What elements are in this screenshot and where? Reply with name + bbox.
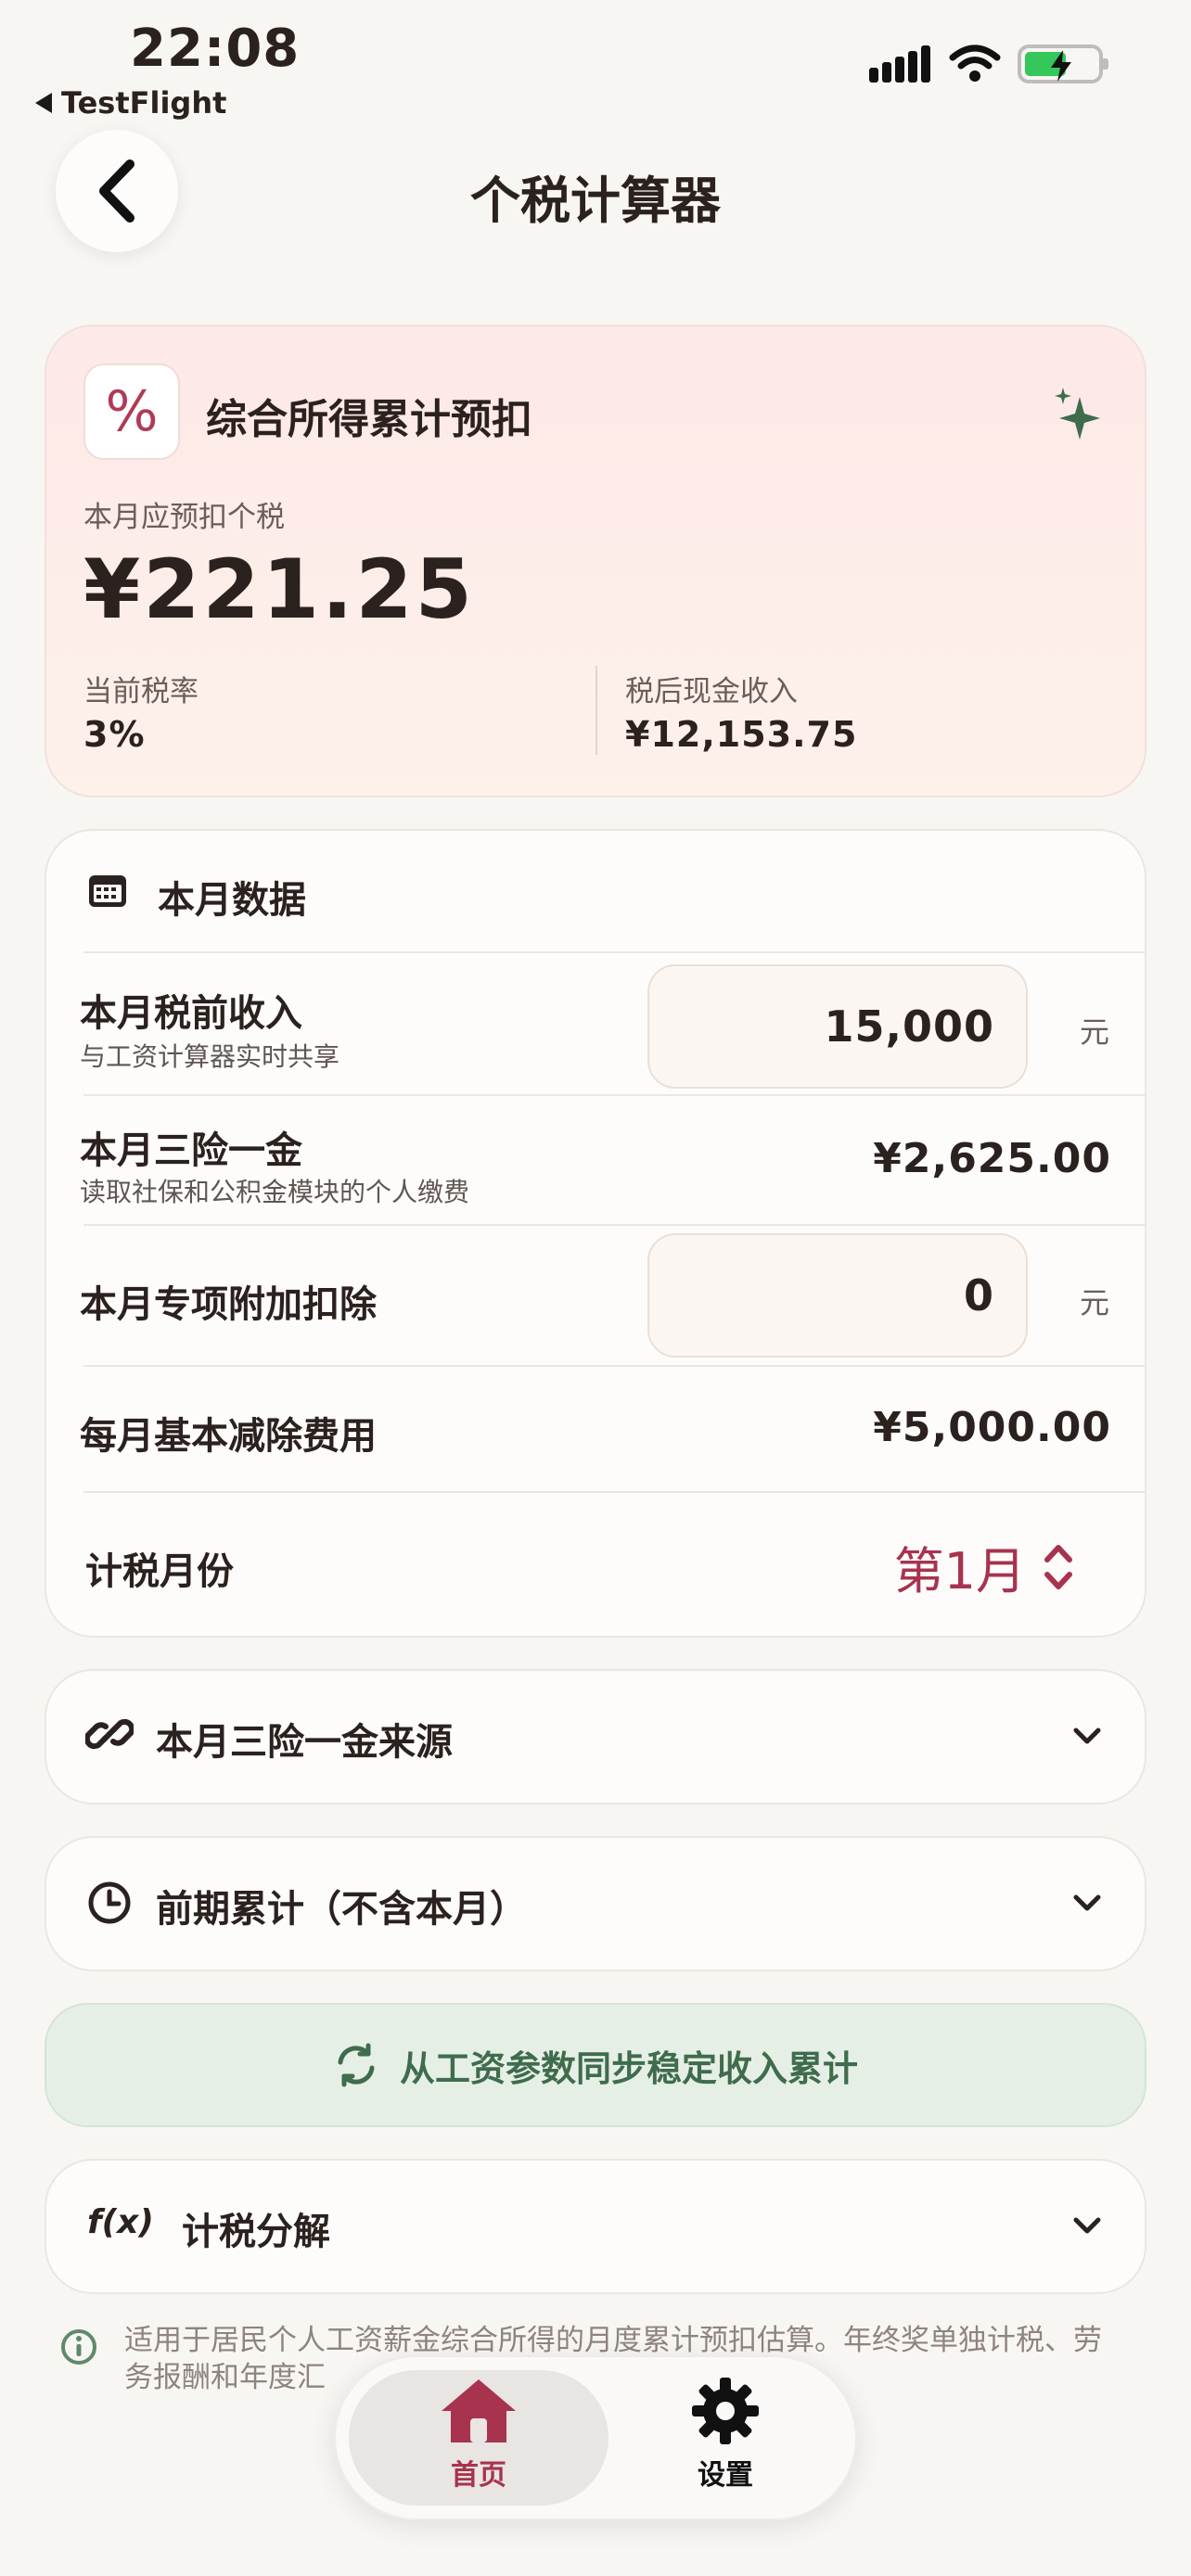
cellular-signal-icon xyxy=(869,45,930,83)
tax-rate-value: 3% xyxy=(83,714,146,755)
chevron-up-down-icon xyxy=(1044,1544,1072,1589)
after-tax-label: 税后现金收入 xyxy=(625,675,798,708)
status-indicators xyxy=(869,45,1108,83)
basic-deduction-label: 每月基本减除费用 xyxy=(80,1415,377,1458)
insurance-source-section[interactable]: 本月三险一金来源 xyxy=(45,1669,1146,1804)
tax-breakdown-title: 计税分解 xyxy=(182,2211,330,2253)
sync-button-label: 从工资参数同步稳定收入累计 xyxy=(399,2047,858,2089)
summary-title: 综合所得累计预扣 xyxy=(206,396,532,443)
chevron-down-icon xyxy=(1073,2217,1101,2234)
row-divider xyxy=(83,1224,1145,1226)
chevron-down-icon xyxy=(1073,1728,1101,1744)
tax-rate-label: 当前税率 xyxy=(83,675,198,708)
special-deduction-unit: 元 xyxy=(1080,1285,1110,1320)
house-icon xyxy=(442,2379,516,2442)
monthly-tax-amount: ¥221.25 xyxy=(83,542,475,637)
monthly-data-title: 本月数据 xyxy=(158,879,306,922)
percent-icon: % xyxy=(83,363,180,460)
monthly-tax-label: 本月应预扣个税 xyxy=(83,501,285,534)
sparkle-icon xyxy=(1055,388,1100,440)
link-icon xyxy=(85,1718,134,1750)
insurance-value: ¥2,625.00 xyxy=(873,1135,1111,1182)
function-icon: f(x) xyxy=(87,2203,154,2241)
refresh-icon xyxy=(338,2043,375,2087)
tax-month-picker[interactable]: 第1月 xyxy=(894,1530,1074,1603)
calendar-icon xyxy=(89,875,126,907)
sync-from-salary-button[interactable]: 从工资参数同步稳定收入累计 xyxy=(45,2003,1146,2127)
row-divider xyxy=(83,1365,1145,1367)
special-deduction-input[interactable]: 0 xyxy=(647,1233,1028,1358)
tax-summary-card: % 综合所得累计预扣 本月应预扣个税 ¥221.25 当前税率 3% 税后现金收… xyxy=(45,325,1146,797)
insurance-label: 本月三险一金 xyxy=(80,1129,302,1172)
tax-month-value: 第1月 xyxy=(893,1542,1026,1600)
back-to-app-link[interactable]: TestFlight xyxy=(35,85,226,121)
tab-bar: 首页 设置 xyxy=(334,2355,857,2520)
row-divider xyxy=(83,1491,1145,1493)
summary-divider xyxy=(596,666,597,755)
pretax-income-input[interactable]: 15,000 xyxy=(647,964,1028,1089)
tab-home[interactable]: 首页 xyxy=(349,2376,608,2493)
tax-breakdown-section[interactable]: f(x) 计税分解 xyxy=(45,2159,1146,2294)
insurance-source-title: 本月三险一金来源 xyxy=(156,1721,453,1764)
basic-deduction-value: ¥5,000.00 xyxy=(873,1404,1111,1451)
tax-month-label: 计税月份 xyxy=(85,1550,234,1593)
insurance-hint: 读取社保和公积金模块的个人缴费 xyxy=(80,1177,470,1207)
page-title: 个税计算器 xyxy=(470,172,721,230)
clock-icon xyxy=(88,1881,131,1924)
previous-cumulative-section[interactable]: 前期累计（不含本月） xyxy=(45,1836,1146,1971)
back-app-label: TestFlight xyxy=(61,85,227,121)
tab-settings[interactable]: 设置 xyxy=(596,2376,855,2493)
tab-settings-label: 设置 xyxy=(698,2459,753,2492)
after-tax-value: ¥12,153.75 xyxy=(625,714,858,755)
monthly-data-card: 本月数据 本月税前收入 与工资计算器实时共享 15,000 元 本月三险一金 读… xyxy=(45,829,1146,1638)
gear-icon xyxy=(692,2378,759,2444)
special-deduction-label: 本月专项附加扣除 xyxy=(80,1283,377,1326)
battery-icon xyxy=(1018,45,1108,83)
tab-home-label: 首页 xyxy=(451,2459,506,2492)
status-time: 22:08 xyxy=(130,19,301,79)
pretax-income-unit: 元 xyxy=(1080,1014,1110,1050)
wifi-icon xyxy=(949,45,1001,82)
row-divider xyxy=(83,1094,1145,1096)
pretax-income-label: 本月税前收入 xyxy=(80,992,302,1035)
previous-cumulative-title: 前期累计（不含本月） xyxy=(156,1888,527,1931)
row-divider xyxy=(83,951,1145,953)
back-triangle-icon xyxy=(35,93,52,113)
chevron-down-icon xyxy=(1073,1894,1101,1911)
info-icon xyxy=(61,2329,96,2365)
pretax-income-hint: 与工资计算器实时共享 xyxy=(80,1041,340,1072)
charging-bolt-icon xyxy=(1051,50,1071,82)
